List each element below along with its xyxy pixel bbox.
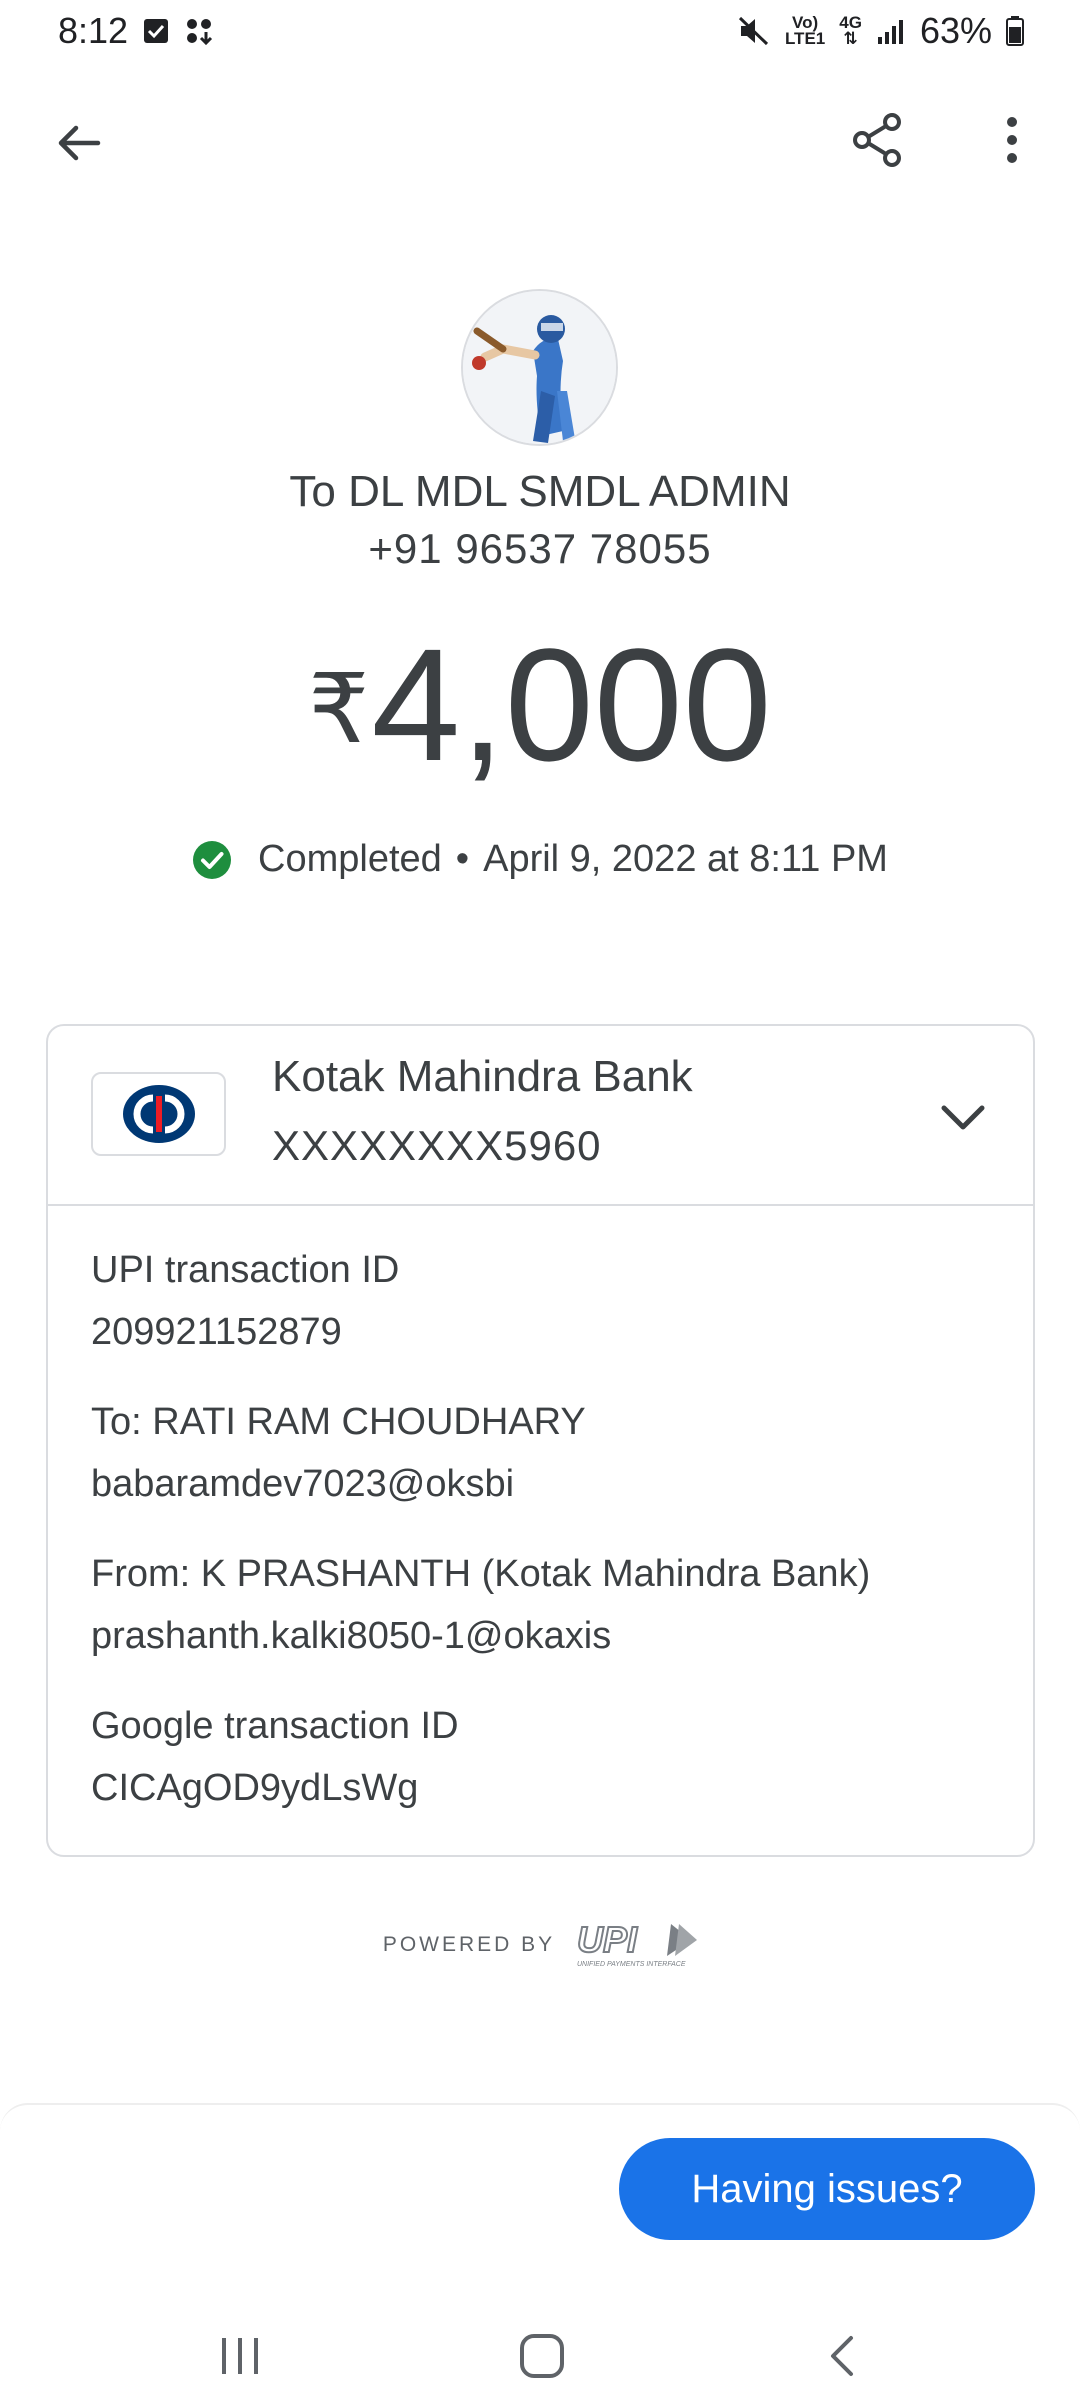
kotak-bank-logo-icon [91,1072,226,1156]
recipient-name: To DL MDL SMDL ADMIN [289,467,791,516]
lte-label: LTE1 [784,29,826,48]
having-issues-button[interactable]: Having issues? [619,2138,1035,2240]
to-upi-id[interactable]: babaramdev7023@oksbi [91,1460,586,1508]
from-label: From: K PRASHANTH (Kotak Mahindra Bank) [91,1553,871,1595]
check-circle-icon [193,840,232,879]
volte-indicator: Vo) LTE1 [784,14,826,48]
top-app-bar [0,95,1080,191]
powered-by-label: POWERED BY [382,1933,556,1956]
checkbox-notification-icon [142,17,170,45]
powered-by-upi: POWERED BY UPI UNIFIED PAYMENTS INTERFAC… [0,1920,1080,1970]
to-section: To: RATI RAM CHOUDHARY babaramdev7023@ok… [91,1398,586,1508]
amount-value: 4,000 [371,615,772,794]
from-upi-id[interactable]: prashanth.kalki8050-1@okaxis [91,1612,870,1660]
system-navigation-bar [0,2303,1080,2408]
upi-transaction-id-value[interactable]: 209921152879 [91,1308,399,1356]
bank-account-row[interactable]: Kotak Mahindra Bank XXXXXXXX5960 [48,1026,1033,1206]
upi-logo-icon: UPI UNIFIED PAYMENTS INTERFACE [576,1920,698,1968]
from-section: From: K PRASHANTH (Kotak Mahindra Bank) … [91,1550,870,1660]
battery-percent: 63% [919,10,992,51]
mute-icon [737,15,771,47]
data-arrows-icon: ⇅ [843,29,858,48]
back-arrow-icon[interactable] [39,103,119,183]
transaction-status-row: Completed • April 9, 2022 at 8:11 PM [0,838,1080,881]
status-separator: • [455,838,470,880]
share-icon[interactable] [838,100,918,180]
transaction-details-card: Kotak Mahindra Bank XXXXXXXX5960 UPI tra… [46,1024,1035,1857]
nav-back-icon[interactable] [803,2321,883,2391]
recent-apps-icon[interactable] [200,2321,280,2391]
battery-icon [1006,16,1024,46]
4g-indicator: 4G ⇅ [839,14,862,48]
status-right: Vo) LTE1 4G ⇅ 63% [737,10,1024,52]
recipient-avatar [461,289,618,446]
upi-logo-text: UPI [577,1920,638,1960]
status-bar: 8:12 Vo) LTE1 4G ⇅ 63% [0,0,1080,62]
home-icon[interactable] [502,2321,582,2391]
payment-amount: ₹ 4,000 [0,615,1080,795]
status-text: Completed [258,838,442,880]
bank-name: Kotak Mahindra Bank [272,1052,693,1101]
apps-notification-icon [184,16,216,46]
more-vert-icon[interactable] [972,100,1052,180]
upi-tagline: UNIFIED PAYMENTS INTERFACE [577,1961,686,1968]
upi-transaction-id-label: UPI transaction ID [91,1249,400,1291]
status-left: 8:12 [58,10,216,52]
cricketer-avatar-icon [463,291,616,444]
currency-symbol: ₹ [308,656,370,763]
transaction-datetime: April 9, 2022 at 8:11 PM [483,838,888,880]
signal-icon [876,17,906,45]
bank-account-number: XXXXXXXX5960 [272,1122,602,1169]
status-time: 8:12 [58,10,129,51]
google-transaction-id-value[interactable]: CICAgOD9ydLsWg [91,1764,459,1812]
to-label: To: RATI RAM CHOUDHARY [91,1401,586,1443]
google-transaction-id-label: Google transaction ID [91,1705,459,1747]
recipient-phone: +91 96537 78055 [368,525,712,572]
google-transaction-id-section: Google transaction ID CICAgOD9ydLsWg [91,1702,459,1812]
upi-transaction-id-section: UPI transaction ID 209921152879 [91,1246,399,1356]
chevron-down-icon[interactable] [928,1082,998,1152]
